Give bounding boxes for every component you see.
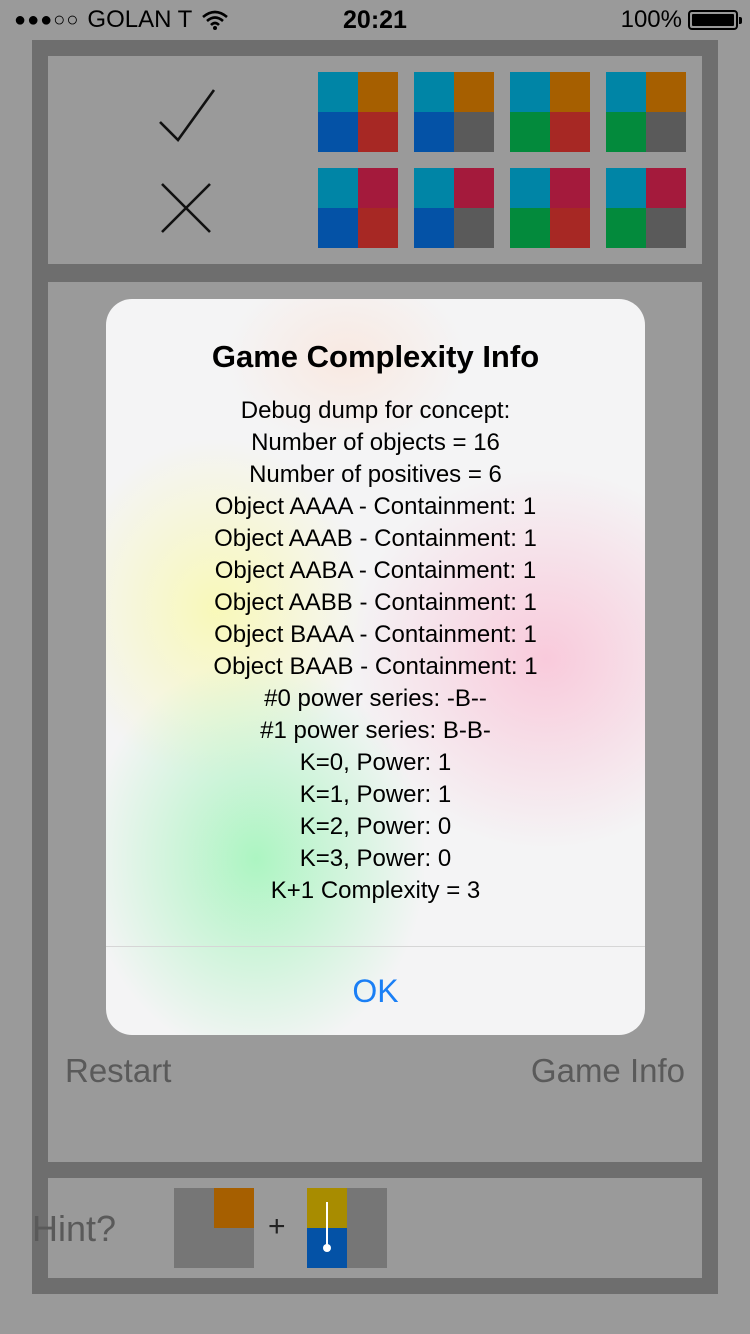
tile-quadrant xyxy=(318,112,358,152)
alert-line: Object AAAB - Containment: 1 xyxy=(214,525,537,552)
tile-quadrant xyxy=(646,72,686,112)
alert-line: Object BAAA - Containment: 1 xyxy=(214,621,537,648)
tile-quadrant xyxy=(550,112,590,152)
tile-quadrant xyxy=(414,112,454,152)
tile-quadrant xyxy=(358,112,398,152)
alert-line: Object BAAB - Containment: 1 xyxy=(213,653,538,680)
hint-marker-icon xyxy=(323,1202,331,1252)
alert-line: K+1 Complexity = 3 xyxy=(270,877,481,904)
check-icon xyxy=(159,89,216,143)
hint-button[interactable]: Hint? xyxy=(32,1208,116,1250)
hint-tile-1 xyxy=(174,1188,254,1268)
tile-quadrant xyxy=(550,208,590,248)
alert-line: Object AABA - Containment: 1 xyxy=(214,557,537,584)
tile-quadrant xyxy=(606,208,646,248)
battery-percent: 100% xyxy=(620,6,682,33)
tile-quadrant xyxy=(318,72,358,112)
tile-quadrant xyxy=(454,168,494,208)
positive-example-tile xyxy=(318,72,398,152)
tile-quadrant xyxy=(358,208,398,248)
alert-line: Object AABB - Containment: 1 xyxy=(214,589,537,616)
tile-quadrant xyxy=(510,112,550,152)
tile-quadrant xyxy=(318,168,358,208)
positive-example-tile xyxy=(414,72,494,152)
alert-line: K=2, Power: 0 xyxy=(299,813,452,840)
tile-quadrant xyxy=(358,168,398,208)
alert-line: Debug dump for concept: xyxy=(240,397,511,424)
negative-example-tile xyxy=(606,168,686,248)
tile-quadrant xyxy=(414,208,454,248)
battery-icon xyxy=(688,10,742,30)
positive-example-tile xyxy=(606,72,686,152)
ok-button[interactable]: OK xyxy=(106,947,645,1035)
complexity-info-alert: Game Complexity Info Debug dump for conc… xyxy=(106,299,645,1035)
tile-quadrant xyxy=(510,168,550,208)
cross-icon xyxy=(161,183,211,233)
tile-quadrant xyxy=(454,208,494,248)
tile-quadrant xyxy=(606,72,646,112)
tile-quadrant xyxy=(646,112,686,152)
tile-quadrant xyxy=(606,112,646,152)
alert-title: Game Complexity Info xyxy=(211,339,540,374)
negative-example-tile xyxy=(414,168,494,248)
alert-line: #1 power series: B-B- xyxy=(260,717,491,744)
negative-example-tile xyxy=(510,168,590,248)
status-right: 100% xyxy=(620,6,742,34)
alert-line: Object AAAA - Containment: 1 xyxy=(214,493,537,520)
tile-quadrant xyxy=(414,72,454,112)
tile-quadrant xyxy=(550,72,590,112)
tile-quadrant xyxy=(454,72,494,112)
status-bar: ●●●○○ GOLAN T 20:21 100% xyxy=(0,0,750,40)
positive-example-tile xyxy=(510,72,590,152)
tile-quadrant xyxy=(414,168,454,208)
tile-quadrant xyxy=(550,168,590,208)
tile-quadrant xyxy=(318,208,358,248)
tile-quadrant xyxy=(646,168,686,208)
examples-panel xyxy=(48,56,702,264)
alert-line: #0 power series: -B-- xyxy=(264,685,487,712)
tile-quadrant xyxy=(646,208,686,248)
hint-tile-2 xyxy=(307,1188,387,1268)
plus-sign: + xyxy=(268,1210,286,1243)
tile-quadrant xyxy=(510,208,550,248)
tile-quadrant xyxy=(606,168,646,208)
alert-line: Number of positives = 6 xyxy=(249,461,502,488)
game-info-button[interactable]: Game Info xyxy=(531,1052,685,1090)
tile-quadrant xyxy=(454,112,494,152)
alert-line: K=0, Power: 1 xyxy=(299,749,452,776)
restart-button[interactable]: Restart xyxy=(65,1052,171,1090)
alert-line: K=3, Power: 0 xyxy=(299,845,452,872)
negative-example-tile xyxy=(318,168,398,248)
alert-line: K=1, Power: 1 xyxy=(299,781,452,808)
tile-quadrant xyxy=(358,72,398,112)
alert-message: Debug dump for concept: Number of objects… xyxy=(106,395,645,907)
tile-quadrant xyxy=(510,72,550,112)
alert-line: Number of objects = 16 xyxy=(251,429,500,456)
